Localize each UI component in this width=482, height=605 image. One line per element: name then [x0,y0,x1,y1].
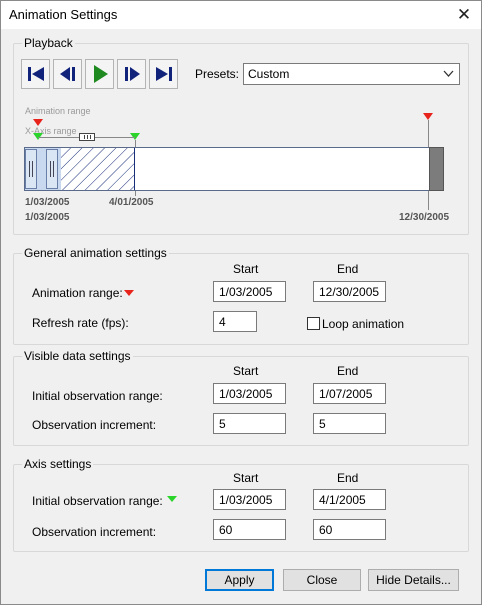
axis-initial-obs-label: Initial observation range: [32,494,163,508]
animation-range-marker-icon [124,290,134,296]
loop-animation-label: Loop animation [322,317,405,331]
visible-data-title: Visible data settings [22,349,133,363]
observation-window [25,148,135,190]
last-frame-icon [155,67,172,81]
axis-end-header: End [337,471,359,485]
presets-dropdown[interactable]: Custom [243,63,460,85]
hide-details-button[interactable]: Hide Details... [368,569,459,591]
step-back-button[interactable] [53,59,82,89]
timeline-mid-date: 4/01/2005 [109,197,154,208]
play-button[interactable] [85,59,114,89]
chevron-down-icon [443,70,454,77]
axis-initial-obs-start-input[interactable]: 1/03/2005 [213,489,286,510]
axis-settings-title: Axis settings [22,457,94,471]
close-button[interactable]: Close [283,569,361,591]
first-frame-icon [27,67,44,81]
last-frame-button[interactable] [149,59,178,89]
first-frame-button[interactable] [21,59,50,89]
end-handle[interactable] [429,147,444,191]
step-forward-icon [124,67,140,81]
axis-obs-increment-end-input[interactable]: 60 [313,519,386,540]
refresh-rate-label: Refresh rate (fps): [32,316,129,330]
general-start-header: Start [233,262,259,276]
visible-initial-obs-start-input[interactable]: 1/03/2005 [213,383,286,404]
visible-obs-increment-end-input[interactable]: 5 [313,413,386,434]
timeline-end-date: 12/30/2005 [399,212,450,223]
step-forward-button[interactable] [117,59,146,89]
animation-range-end-input[interactable]: 12/30/2005 [313,281,386,302]
refresh-rate-input[interactable]: 4 [213,311,257,332]
visible-end-header: End [337,364,359,378]
apply-button[interactable]: Apply [205,569,274,591]
animation-range-start-input[interactable]: 1/03/2005 [213,281,286,302]
loop-animation-checkbox[interactable] [307,317,320,330]
playback-group-title: Playback [22,36,75,50]
window-title: Animation Settings [9,7,118,22]
title-bar: Animation Settings ✕ [1,1,481,29]
axis-initial-obs-end-input[interactable]: 4/1/2005 [313,489,386,510]
visible-initial-obs-end-input[interactable]: 1/07/2005 [313,383,386,404]
visible-start-header: Start [233,364,259,378]
animation-end-marker[interactable] [423,113,433,120]
axis-start-header: Start [233,471,259,485]
range-thumb[interactable] [79,133,95,141]
presets-label: Presets: [195,67,240,81]
start-handle-right[interactable] [46,149,58,189]
general-end-header: End [337,262,359,276]
visible-obs-increment-label: Observation increment: [32,418,157,432]
visible-obs-increment-start-input[interactable]: 5 [213,413,286,434]
animation-range-label: Animation range: [32,286,123,300]
axis-obs-increment-start-input[interactable]: 60 [213,519,286,540]
timeline-start-date: 1/03/2005 [25,197,70,208]
start-handle-left[interactable] [25,149,37,189]
visible-initial-obs-label: Initial observation range: [32,389,163,403]
timeline-start-date-bottom: 1/03/2005 [25,212,70,223]
general-settings-title: General animation settings [22,246,169,260]
presets-value: Custom [248,67,290,81]
animation-start-marker[interactable] [33,119,43,126]
play-icon [93,65,108,83]
step-back-icon [59,67,75,81]
axis-range-marker-icon [167,496,177,502]
animation-settings-dialog: Animation Settings ✕ Playback Presets: C… [0,0,482,605]
close-icon[interactable]: ✕ [447,1,481,29]
animation-range-caption: Animation range [25,106,91,116]
axis-obs-increment-label: Observation increment: [32,525,157,539]
